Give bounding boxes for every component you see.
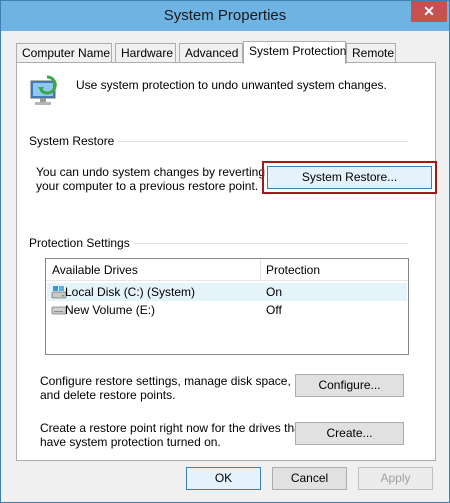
system-restore-button[interactable]: System Restore... [267, 166, 432, 189]
dialog-client: Computer Name Hardware Advanced System P… [8, 31, 442, 498]
drive-name: New Volume (E:) [65, 303, 156, 317]
create-description: Create a restore point right now for the… [40, 421, 304, 449]
column-protection[interactable]: Protection [266, 263, 320, 277]
system-restore-description: You can undo system changes by reverting… [36, 165, 266, 193]
close-icon: ✕ [423, 3, 435, 19]
configure-button[interactable]: Configure... [295, 374, 404, 397]
tab-strip: Computer Name Hardware Advanced System P… [16, 41, 436, 64]
drive-name: Local Disk (C:) (System) [65, 285, 196, 299]
drives-list-header: Available Drives Protection [46, 259, 408, 281]
configure-description-line1: Configure restore settings, manage disk … [40, 374, 291, 388]
create-description-line1: Create a restore point right now for the… [40, 421, 305, 435]
create-description-line2: have system protection turned on. [40, 435, 221, 449]
system-restore-group-label: System Restore [29, 134, 119, 148]
tab-remote[interactable]: Remote [346, 43, 396, 63]
ok-button[interactable]: OK [186, 467, 261, 490]
tab-hardware[interactable]: Hardware [115, 43, 176, 63]
system-restore-description-line1: You can undo system changes by reverting [36, 165, 266, 179]
column-available-drives[interactable]: Available Drives [52, 263, 138, 277]
drive-row[interactable]: Local Disk (C:) (System) On [47, 283, 407, 301]
close-button[interactable]: ✕ [411, 1, 447, 22]
configure-description-line2: and delete restore points. [40, 388, 176, 402]
column-separator[interactable] [260, 259, 261, 281]
tab-system-protection[interactable]: System Protection [243, 41, 346, 64]
create-button[interactable]: Create... [295, 422, 404, 445]
cancel-button[interactable]: Cancel [272, 467, 347, 490]
title-bar[interactable]: System Properties ✕ [1, 1, 449, 31]
system-restore-description-line2: your computer to a previous restore poin… [36, 179, 259, 193]
tab-advanced[interactable]: Advanced [179, 43, 243, 63]
system-protection-panel: Use system protection to undo unwanted s… [16, 62, 437, 461]
configure-description: Configure restore settings, manage disk … [40, 374, 291, 402]
drives-list[interactable]: Available Drives Protection Local Disk (… [45, 258, 409, 355]
tab-computer-name[interactable]: Computer Name [16, 43, 112, 63]
drive-row[interactable]: New Volume (E:) Off [47, 301, 407, 319]
system-protection-icon [30, 75, 57, 105]
system-properties-window: System Properties ✕ Computer Name Hardwa… [0, 0, 450, 503]
window-title: System Properties [163, 7, 287, 24]
drive-protection-status: On [266, 285, 283, 299]
drive-protection-status: Off [266, 303, 282, 317]
apply-button[interactable]: Apply [358, 467, 433, 490]
intro-text: Use system protection to undo unwanted s… [76, 78, 387, 92]
protection-settings-group-label: Protection Settings [29, 236, 134, 250]
